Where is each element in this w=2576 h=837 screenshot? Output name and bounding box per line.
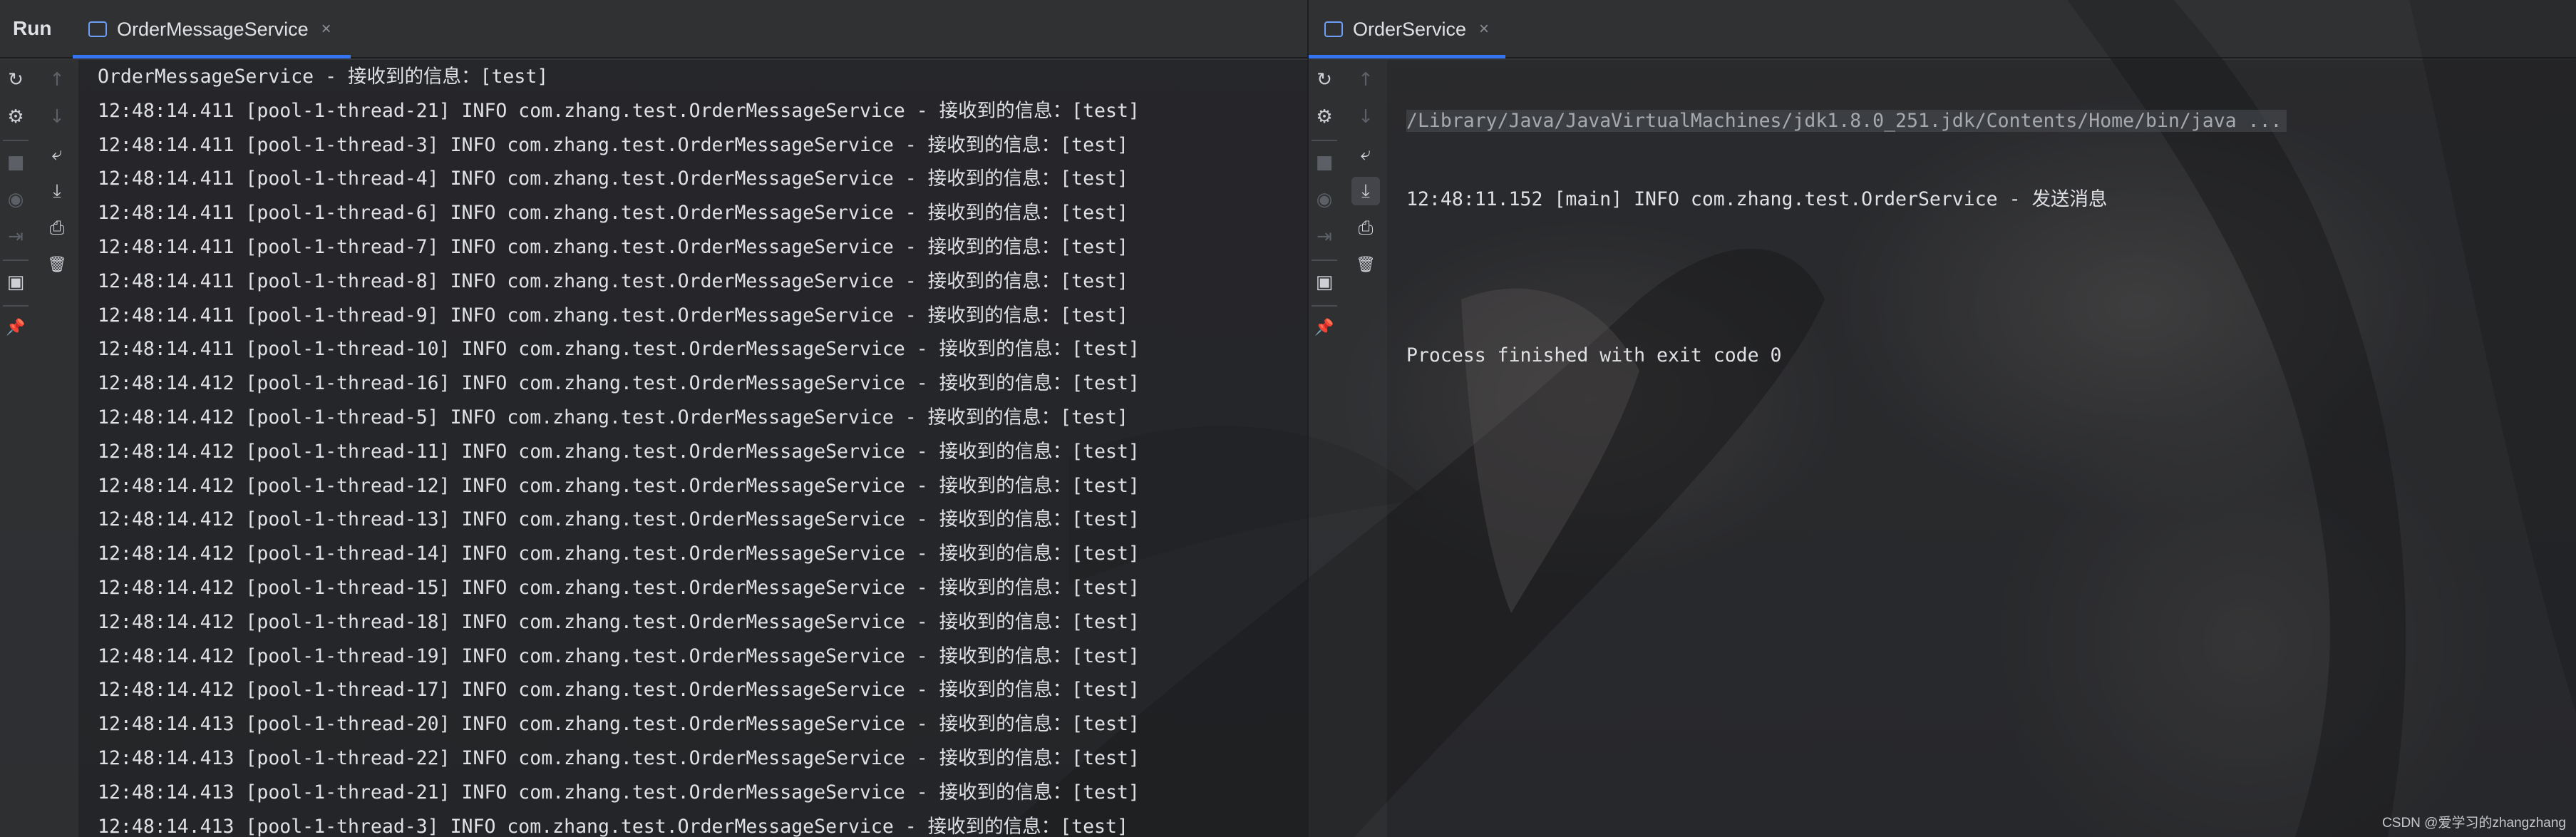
toolbar-separator xyxy=(3,260,29,261)
soft-wrap-icon[interactable]: ⤶ xyxy=(43,140,71,168)
right-run-pane: OrderService × ↻ ⚙ ■ ◉ ⇥ ▣ 📌 ↑ ↓ ⤶ ⤓ ⎙ 🗑 xyxy=(1309,0,2576,837)
log-line: 12:48:14.412 [pool-1-thread-5] INFO com.… xyxy=(98,406,1128,428)
right-tab-bar: OrderService × xyxy=(1309,0,2576,58)
log-line: 12:48:14.412 [pool-1-thread-11] INFO com… xyxy=(98,440,1140,463)
layout-icon[interactable]: ▣ xyxy=(1,268,30,297)
log-line: 12:48:14.411 [pool-1-thread-6] INFO com.… xyxy=(98,202,1128,225)
left-tab-bar: Run OrderMessageService × xyxy=(0,0,1307,58)
log-line: 12:48:14.413 [pool-1-thread-20] INFO com… xyxy=(98,713,1140,736)
toolbar-separator xyxy=(3,305,29,307)
log-line: 12:48:14.412 [pool-1-thread-17] INFO com… xyxy=(98,679,1140,702)
settings-icon[interactable]: ⚙ xyxy=(1,103,30,131)
close-icon[interactable]: × xyxy=(1479,19,1489,39)
run-config-icon xyxy=(1324,21,1343,37)
log-line: 12:48:14.411 [pool-1-thread-21] INFO com… xyxy=(98,99,1140,122)
pin-icon[interactable]: 📌 xyxy=(1310,314,1339,342)
log-line: OrderMessageService - 接收到的信息：[test] xyxy=(98,66,549,88)
log-line: 12:48:14.412 [pool-1-thread-14] INFO com… xyxy=(98,543,1140,565)
toolbar-separator xyxy=(1312,140,1337,141)
close-icon[interactable]: × xyxy=(321,19,331,39)
log-line: 12:48:14.411 [pool-1-thread-8] INFO com.… xyxy=(98,269,1128,292)
run-config-icon xyxy=(88,21,107,37)
log-line: 12:48:14.411 [pool-1-thread-7] INFO com.… xyxy=(98,235,1128,258)
camera-icon[interactable]: ◉ xyxy=(1310,185,1339,214)
log-line: 12:48:14.412 [pool-1-thread-16] INFO com… xyxy=(98,372,1140,395)
toolbar-separator xyxy=(1312,305,1337,307)
log-line: 12:48:14.413 [pool-1-thread-22] INFO com… xyxy=(98,746,1140,769)
log-line: 12:48:14.413 [pool-1-thread-21] INFO com… xyxy=(98,781,1140,803)
active-tab-indicator xyxy=(1309,55,1505,58)
layout-icon[interactable]: ▣ xyxy=(1310,268,1339,297)
log-line: 12:48:14.412 [pool-1-thread-15] INFO com… xyxy=(98,576,1140,599)
run-label: Run xyxy=(13,17,52,39)
settings-icon[interactable]: ⚙ xyxy=(1310,103,1339,131)
right-console-output[interactable]: /Library/Java/JavaVirtualMachines/jdk1.8… xyxy=(1387,60,2576,837)
watermark: CSDN @爱学习的zhangzhang xyxy=(2382,816,2566,831)
log-line: 12:48:14.412 [pool-1-thread-18] INFO com… xyxy=(98,610,1140,633)
tab-title: OrderMessageService xyxy=(117,18,309,40)
log-line: 12:48:14.413 [pool-1-thread-3] INFO com.… xyxy=(98,815,1128,837)
command-line: /Library/Java/JavaVirtualMachines/jdk1.8… xyxy=(1406,104,2576,138)
scroll-to-end-icon[interactable]: ⤓ xyxy=(43,177,71,205)
up-icon[interactable]: ↑ xyxy=(43,66,71,94)
left-console-output[interactable]: OrderMessageService - 接收到的信息：[test] 12:48… xyxy=(78,60,1307,837)
log-line: 12:48:14.412 [pool-1-thread-19] INFO com… xyxy=(98,645,1140,667)
print-icon[interactable]: ⎙ xyxy=(1351,214,1380,242)
log-line: 12:48:14.411 [pool-1-thread-4] INFO com.… xyxy=(98,168,1128,190)
log-line: 12:48:11.152 [main] INFO com.zhang.test.… xyxy=(1406,188,2108,210)
toolbar-separator xyxy=(1312,260,1337,261)
stop-icon[interactable]: ■ xyxy=(1,148,30,177)
tab-title: OrderService xyxy=(1353,18,1467,40)
clear-icon[interactable]: 🗑 xyxy=(43,251,71,279)
log-line: 12:48:14.411 [pool-1-thread-3] INFO com.… xyxy=(98,133,1128,156)
up-icon[interactable]: ↑ xyxy=(1351,66,1380,94)
ide-run-window: Run OrderMessageService × ↻ ⚙ ■ ◉ ⇥ ▣ 📌 … xyxy=(0,0,2576,837)
exit-status-line: Process finished with exit code 0 xyxy=(1406,344,1782,367)
log-line: 12:48:14.411 [pool-1-thread-9] INFO com.… xyxy=(98,304,1128,327)
scroll-to-end-icon[interactable]: ⤓ xyxy=(1351,177,1380,205)
tab-order-message-service[interactable]: OrderMessageService × xyxy=(73,0,351,58)
camera-icon[interactable]: ◉ xyxy=(1,185,30,214)
soft-wrap-icon[interactable]: ⤶ xyxy=(1351,140,1380,168)
left-run-pane: Run OrderMessageService × ↻ ⚙ ■ ◉ ⇥ ▣ 📌 … xyxy=(0,0,1307,837)
exit-icon[interactable]: ⇥ xyxy=(1,222,30,251)
down-icon[interactable]: ↓ xyxy=(43,103,71,131)
stop-icon[interactable]: ■ xyxy=(1310,148,1339,177)
toolbar-separator xyxy=(3,140,29,141)
exit-icon[interactable]: ⇥ xyxy=(1310,222,1339,251)
tab-order-service[interactable]: OrderService × xyxy=(1309,0,1505,58)
left-console-toolbar: ↻ ⚙ ■ ◉ ⇥ ▣ 📌 ↑ ↓ ⤶ ⤓ ⎙ 🗑 xyxy=(0,60,78,837)
log-line: 12:48:14.411 [pool-1-thread-10] INFO com… xyxy=(98,338,1140,361)
right-console-toolbar: ↻ ⚙ ■ ◉ ⇥ ▣ 📌 ↑ ↓ ⤶ ⤓ ⎙ 🗑 xyxy=(1309,60,1387,837)
log-line: 12:48:14.412 [pool-1-thread-13] INFO com… xyxy=(98,508,1140,531)
log-line: 12:48:14.412 [pool-1-thread-12] INFO com… xyxy=(98,474,1140,497)
print-icon[interactable]: ⎙ xyxy=(43,214,71,242)
rerun-icon[interactable]: ↻ xyxy=(1,66,30,94)
down-icon[interactable]: ↓ xyxy=(1351,103,1380,131)
rerun-icon[interactable]: ↻ xyxy=(1310,66,1339,94)
clear-icon[interactable]: 🗑 xyxy=(1351,251,1380,279)
pin-icon[interactable]: 📌 xyxy=(1,314,30,342)
active-tab-indicator xyxy=(73,55,351,58)
